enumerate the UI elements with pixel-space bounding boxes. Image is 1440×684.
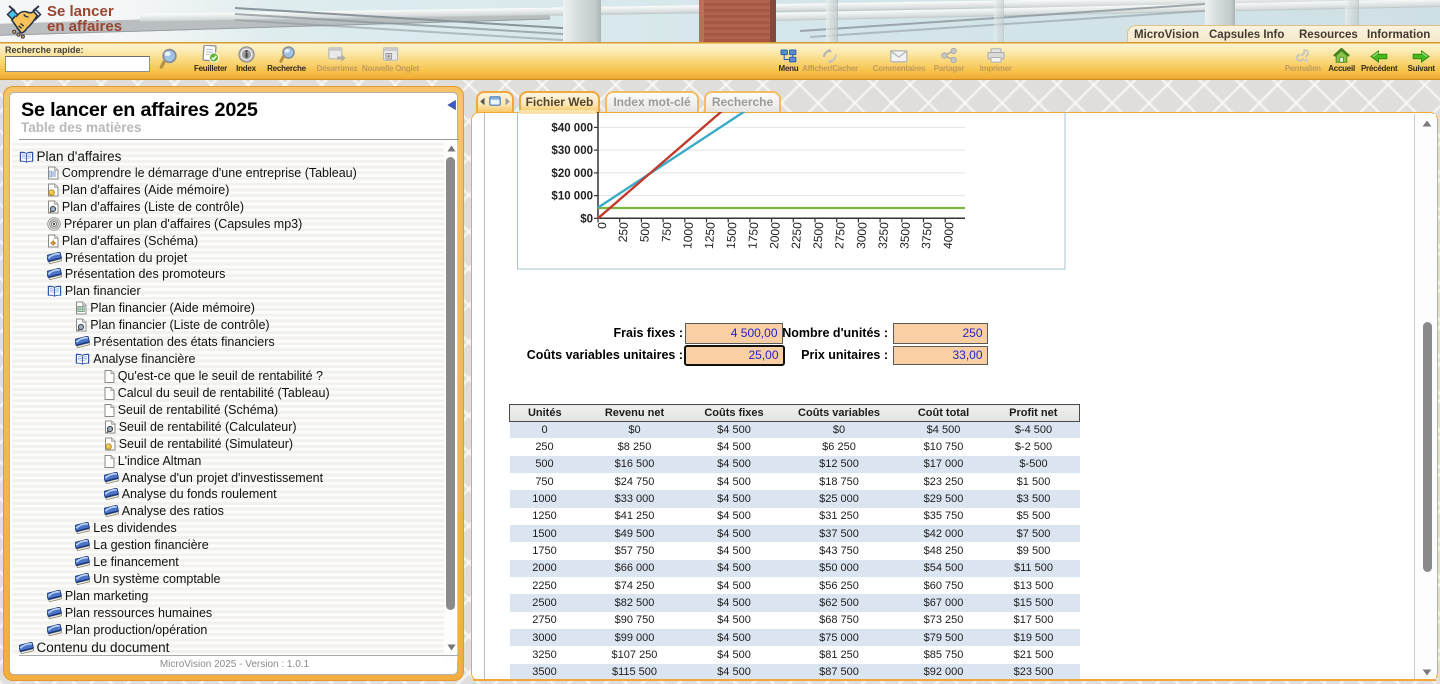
- svg-text:3250: 3250: [876, 221, 892, 249]
- svg-text:500: 500: [637, 221, 652, 242]
- svg-text:$40 000: $40 000: [551, 122, 593, 134]
- svg-text:3500: 3500: [897, 221, 913, 249]
- svg-text:1000: 1000: [680, 221, 696, 249]
- svg-text:1250: 1250: [702, 221, 718, 249]
- svg-text:4000: 4000: [941, 221, 957, 249]
- svg-text:2000: 2000: [767, 221, 783, 249]
- svg-text:$20 000: $20 000: [551, 168, 593, 180]
- svg-text:3750: 3750: [919, 221, 935, 249]
- svg-text:0: 0: [595, 221, 609, 229]
- svg-text:250: 250: [616, 221, 631, 242]
- svg-text:2750: 2750: [832, 221, 848, 249]
- svg-text:1500: 1500: [724, 221, 740, 249]
- svg-text:3000: 3000: [854, 221, 870, 249]
- svg-text:1750: 1750: [745, 221, 761, 249]
- svg-text:2250: 2250: [789, 221, 805, 249]
- svg-text:$30 000: $30 000: [551, 145, 593, 157]
- svg-text:2500: 2500: [810, 221, 826, 249]
- svg-text:$0: $0: [580, 213, 593, 225]
- svg-text:$10 000: $10 000: [551, 191, 593, 203]
- svg-text:750: 750: [659, 221, 674, 242]
